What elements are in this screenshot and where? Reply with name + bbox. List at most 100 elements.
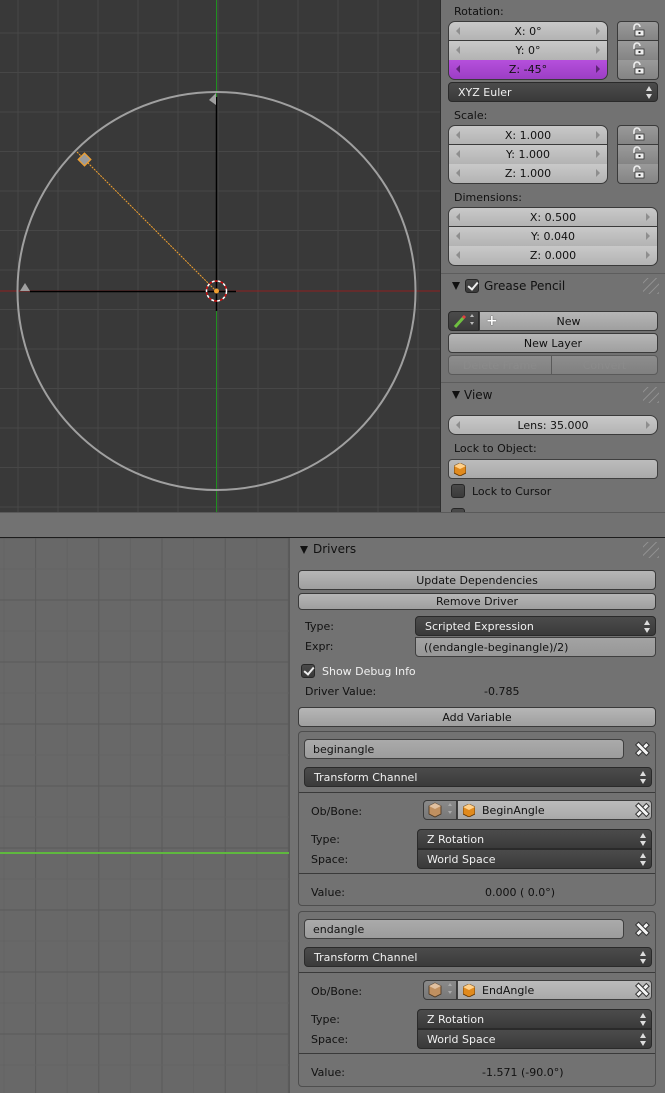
updown-arrows-icon (640, 833, 647, 846)
updown-arrows-icon (640, 951, 647, 964)
transform-type-dropdown[interactable]: Z Rotation (417, 1009, 652, 1029)
begin-arrow-marker (209, 93, 216, 105)
show-debug-info-checkbox[interactable] (301, 664, 315, 678)
grease-pencil-enable-checkbox[interactable] (465, 279, 479, 293)
ob-bone-field[interactable]: EndAngle (457, 980, 652, 1000)
panel-drag-grip[interactable] (643, 542, 659, 558)
dimensions-label: Dimensions: (454, 191, 522, 204)
object-cube-icon (463, 984, 475, 997)
rotation-x-field[interactable]: X: 0° (448, 21, 608, 41)
id-type-selector[interactable] (423, 800, 457, 820)
divider (299, 1053, 655, 1054)
updown-arrows-icon (640, 1013, 647, 1026)
space-label: Space: (311, 853, 349, 866)
variable-name-input[interactable]: beginangle (304, 739, 624, 759)
clear-object-icon[interactable] (635, 803, 649, 817)
decrement-arrow-icon[interactable] (456, 232, 460, 240)
variable-type-dropdown[interactable]: Transform Channel (304, 947, 652, 967)
rotation-y-lock-button[interactable] (617, 41, 659, 61)
space-label: Space: (311, 1033, 349, 1046)
object-type-icon (428, 802, 452, 818)
delete-frame-button[interactable]: Delete Frame (448, 355, 552, 375)
decrement-arrow-icon[interactable] (456, 421, 460, 429)
transform-type-dropdown[interactable]: Z Rotation (417, 829, 652, 849)
remove-variable-icon[interactable] (635, 922, 649, 936)
rotation-x-lock-button[interactable] (617, 21, 659, 41)
increment-arrow-icon[interactable] (596, 65, 600, 73)
scale-y-lock-button[interactable] (617, 145, 659, 165)
object-type-icon (428, 982, 452, 998)
variable-type-dropdown[interactable]: Transform Channel (304, 767, 652, 787)
view-panel-header[interactable]: View (441, 382, 665, 408)
decrement-arrow-icon[interactable] (456, 150, 460, 158)
grease-pencil-title: Grease Pencil (484, 279, 566, 293)
decrement-arrow-icon[interactable] (456, 131, 460, 139)
remove-variable-icon[interactable] (635, 742, 649, 756)
new-grease-pencil-button[interactable]: + New (479, 311, 658, 331)
graph-canvas[interactable] (0, 538, 289, 1093)
variable-name-input[interactable]: endangle (304, 919, 624, 939)
collapse-triangle-icon[interactable] (300, 546, 308, 554)
scale-z-lock-button[interactable] (617, 164, 659, 184)
decrement-arrow-icon[interactable] (456, 169, 460, 177)
dimensions-z-field[interactable]: Z: 0.000 (448, 246, 658, 266)
rotation-y-field[interactable]: Y: 0° (448, 41, 608, 61)
convert-button[interactable]: Convert (551, 355, 658, 375)
scale-x-lock-button[interactable] (617, 125, 659, 145)
ob-bone-field[interactable]: BeginAngle (457, 800, 652, 820)
increment-arrow-icon[interactable] (596, 169, 600, 177)
dimensions-y-field[interactable]: Y: 0.040 (448, 227, 658, 247)
expr-input[interactable]: ((endangle-beginangle)/2) (415, 637, 656, 657)
lock-to-object-field[interactable] (448, 459, 658, 479)
increment-arrow-icon[interactable] (646, 213, 650, 221)
lens-field[interactable]: Lens: 35.000 (448, 415, 658, 435)
decrement-arrow-icon[interactable] (456, 251, 460, 259)
space-dropdown[interactable]: World Space (417, 849, 652, 869)
increment-arrow-icon[interactable] (596, 46, 600, 54)
increment-arrow-icon[interactable] (646, 232, 650, 240)
panel-drag-grip[interactable] (643, 387, 659, 403)
area-header-strip (0, 512, 665, 538)
space-dropdown[interactable]: World Space (417, 1029, 652, 1049)
clear-object-icon[interactable] (635, 983, 649, 997)
collapse-triangle-icon[interactable] (452, 282, 460, 290)
scale-z-field[interactable]: Z: 1.000 (448, 164, 608, 184)
ob-bone-label: Ob/Bone: (311, 805, 363, 818)
grease-pencil-panel-header[interactable]: Grease Pencil (441, 273, 665, 299)
driver-type-dropdown[interactable]: Scripted Expression (415, 616, 656, 636)
viewport-canvas[interactable] (0, 0, 440, 512)
drivers-panel-header[interactable]: Drivers (290, 538, 665, 564)
dimensions-x-field[interactable]: X: 0.500 (448, 207, 658, 227)
scale-x-field[interactable]: X: 1.000 (448, 125, 608, 145)
rotation-z-lock-button[interactable] (617, 60, 659, 80)
decrement-arrow-icon[interactable] (456, 46, 460, 54)
increment-arrow-icon[interactable] (646, 421, 650, 429)
collapse-triangle-icon[interactable] (452, 391, 460, 399)
add-variable-button[interactable]: Add Variable (298, 707, 656, 727)
decrement-arrow-icon[interactable] (456, 65, 460, 73)
grease-pencil-browse-button[interactable] (448, 311, 479, 331)
unlock-icon (631, 146, 645, 163)
lock-to-cursor-label: Lock to Cursor (472, 485, 552, 498)
3d-viewport[interactable] (0, 0, 440, 512)
decrement-arrow-icon[interactable] (456, 27, 460, 35)
id-type-selector[interactable] (423, 980, 457, 1000)
new-layer-button[interactable]: New Layer (448, 333, 658, 353)
object-cube-icon (463, 804, 475, 817)
panel-drag-grip[interactable] (643, 278, 659, 294)
increment-arrow-icon[interactable] (596, 27, 600, 35)
expr-label: Expr: (305, 640, 334, 653)
rotation-mode-dropdown[interactable]: XYZ Euler (448, 82, 658, 102)
graph-editor-view[interactable] (0, 538, 289, 1093)
increment-arrow-icon[interactable] (646, 251, 650, 259)
increment-arrow-icon[interactable] (596, 131, 600, 139)
remove-driver-button[interactable]: Remove Driver (298, 593, 656, 610)
drivers-title: Drivers (313, 542, 357, 556)
rotation-z-field[interactable]: Z: -45° (448, 60, 608, 80)
variable-value: 0.000 ( 0.0°) (485, 886, 556, 899)
update-dependencies-button[interactable]: Update Dependencies (298, 570, 656, 590)
decrement-arrow-icon[interactable] (456, 213, 460, 221)
increment-arrow-icon[interactable] (596, 150, 600, 158)
lock-to-cursor-checkbox[interactable] (451, 484, 465, 498)
scale-y-field[interactable]: Y: 1.000 (448, 145, 608, 165)
